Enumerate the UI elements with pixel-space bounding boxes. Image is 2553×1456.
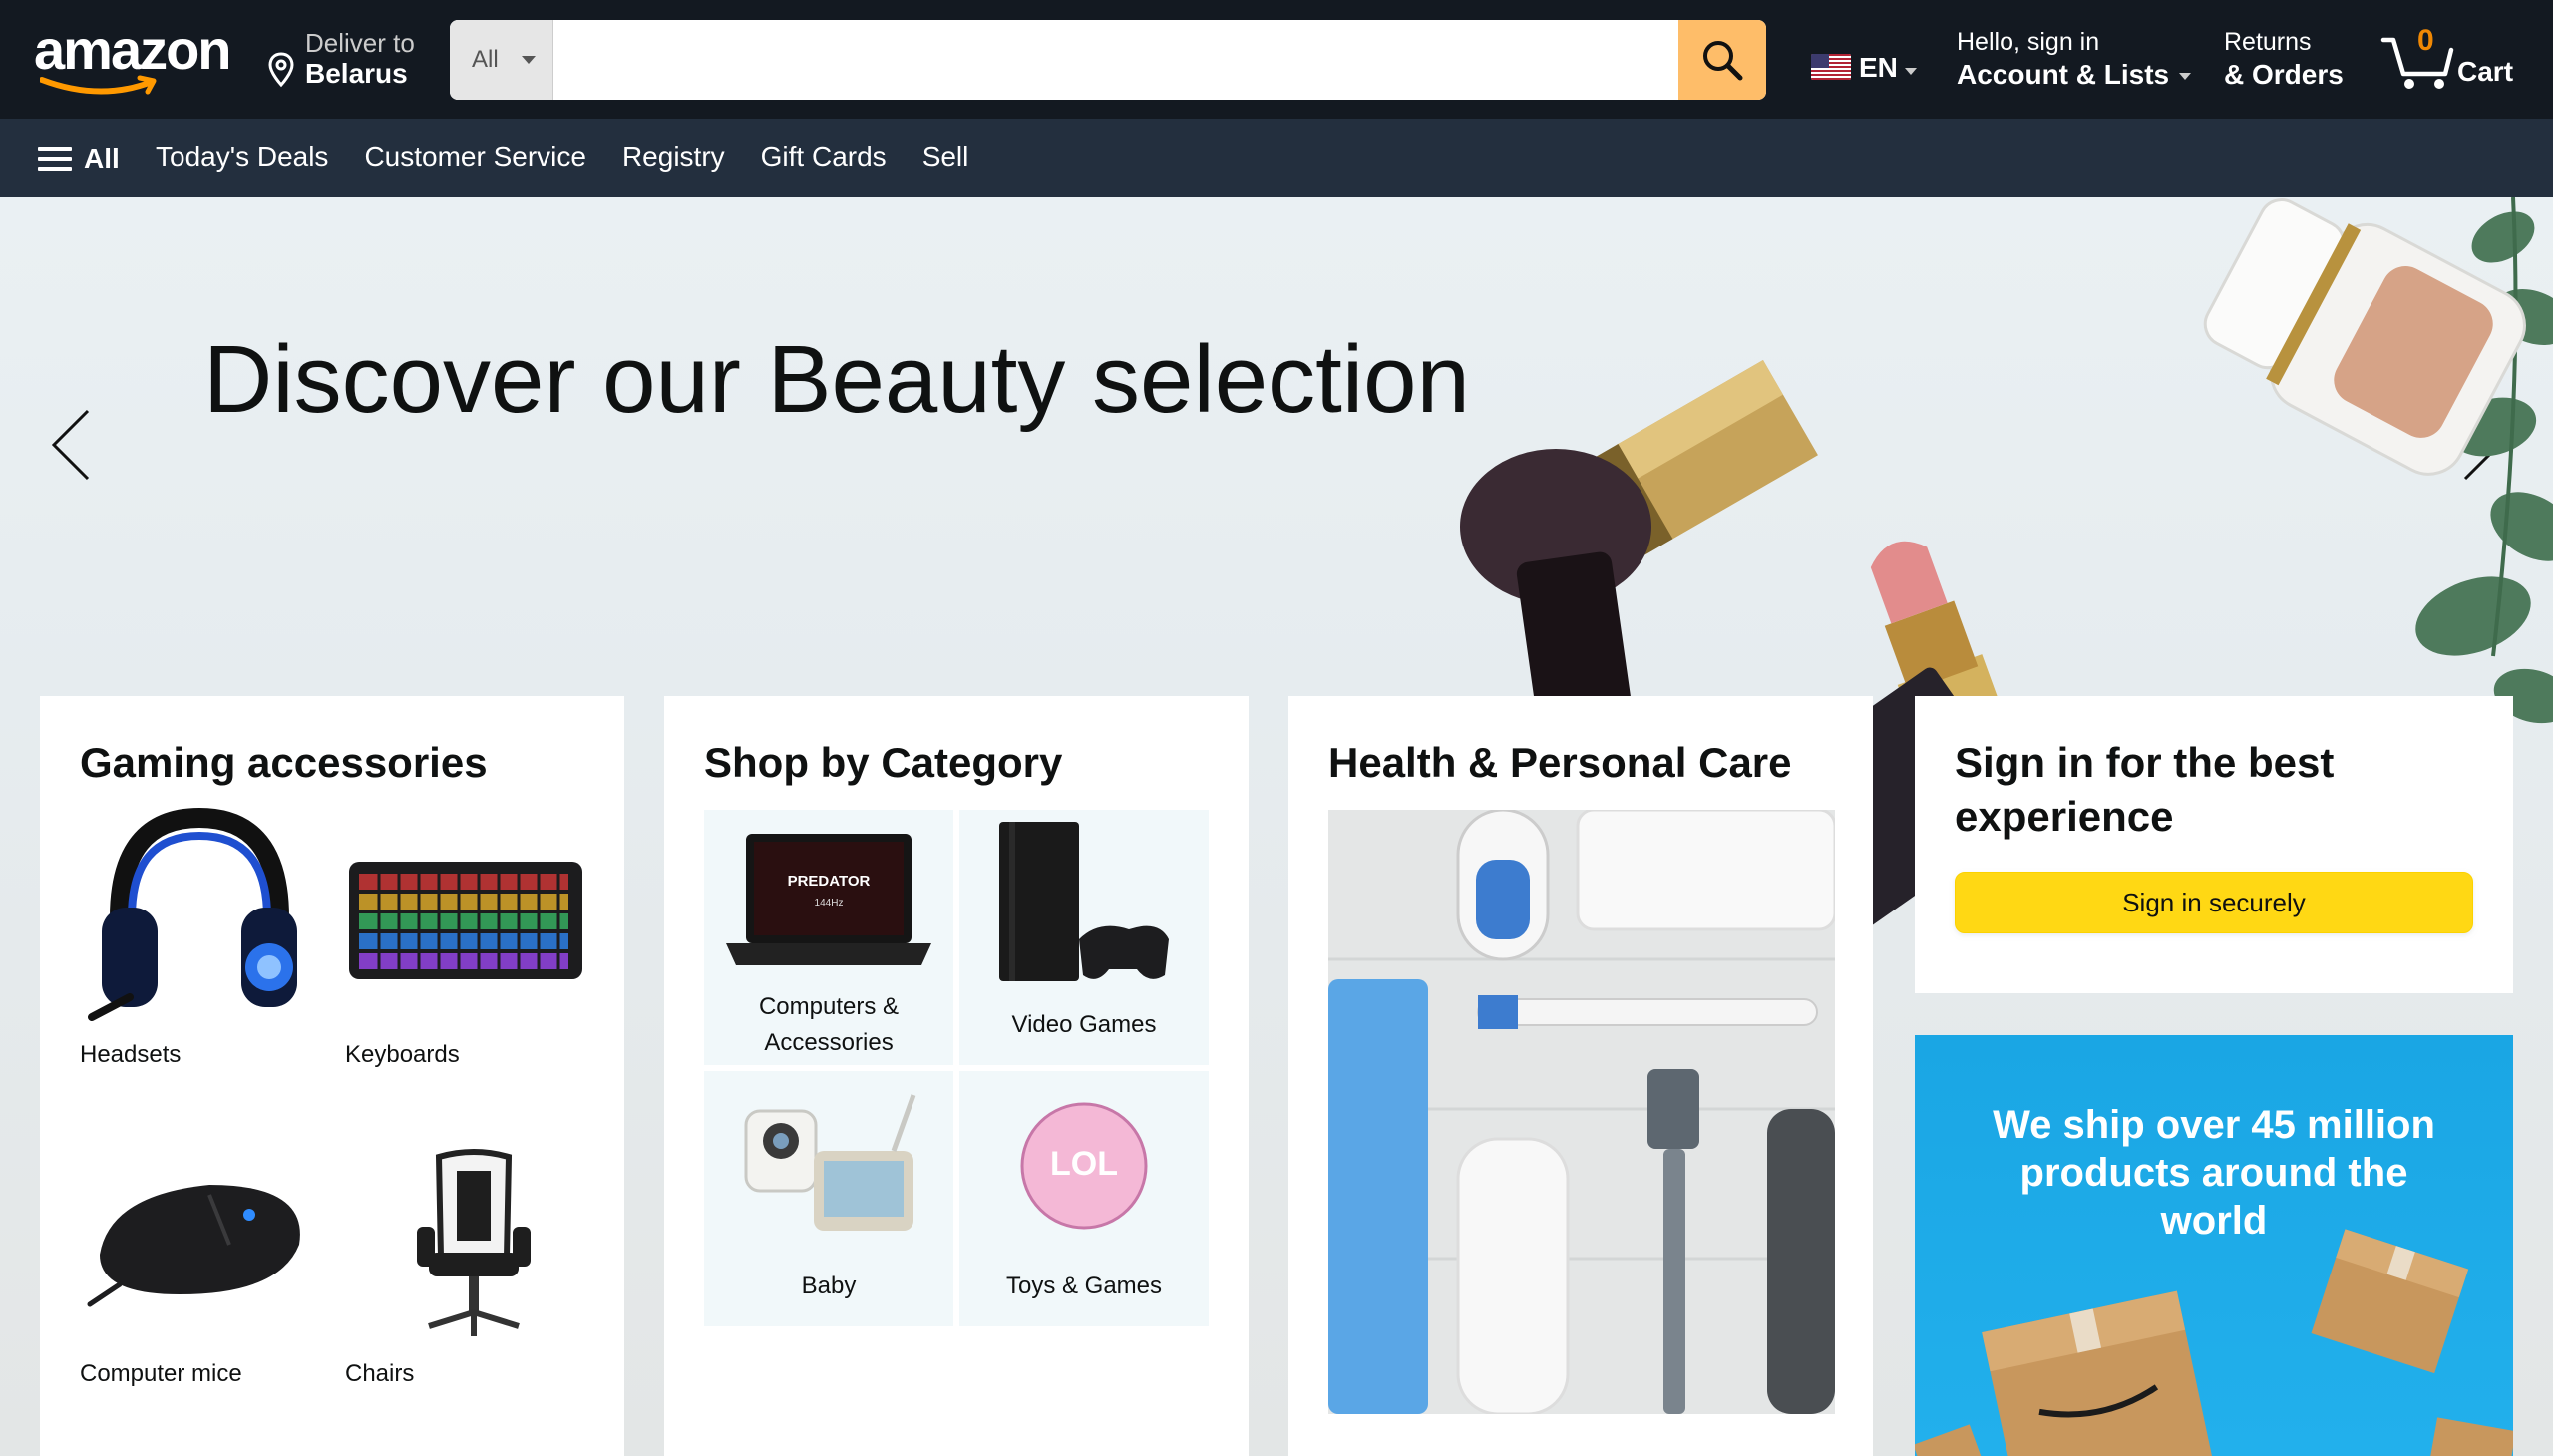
deliver-label: Deliver to — [305, 28, 415, 58]
smile-arrow-icon — [40, 75, 157, 95]
tile-label-computer-mice[interactable]: Computer mice — [80, 1360, 242, 1388]
location-pin-icon — [268, 52, 294, 88]
logo-text: amazon — [34, 18, 232, 81]
category-tile-baby[interactable]: Baby — [704, 1071, 953, 1326]
card-title: Gaming accessories — [80, 739, 488, 786]
sign-in-button[interactable]: Sign in securely — [1955, 872, 2473, 933]
category-label-baby: Baby — [801, 1273, 857, 1299]
account-lists[interactable]: Hello, sign in Account & Lists — [1957, 28, 2192, 91]
nav-link-sell[interactable]: Sell — [922, 141, 969, 173]
sub-nav: All Today's Deals Customer Service Regis… — [0, 119, 2553, 197]
headset-image[interactable] — [80, 808, 319, 1037]
hamburger-icon — [38, 145, 74, 173]
returns-orders[interactable]: Returns & Orders — [2224, 28, 2344, 91]
hero-title[interactable]: Discover our Beauty selection — [203, 325, 1470, 435]
mouse-image[interactable] — [80, 1165, 319, 1314]
account-greeting: Hello, sign in — [1957, 28, 2100, 56]
caret-down-icon — [2179, 73, 2192, 81]
ship-banner[interactable]: We ship over 45 million products around … — [1915, 1035, 2513, 1456]
all-menu-button[interactable]: All — [38, 141, 120, 177]
search-category-value: All — [472, 46, 499, 73]
console-image — [999, 822, 1169, 981]
returns-label: Returns — [2224, 28, 2312, 56]
svg-text:144Hz: 144Hz — [815, 898, 844, 909]
tile-label-keyboards[interactable]: Keyboards — [345, 1041, 460, 1069]
card-title: Sign in for the best experience — [1955, 739, 2335, 840]
nav-link-todays-deals[interactable]: Today's Deals — [156, 141, 328, 173]
all-menu-label: All — [84, 143, 120, 174]
deliver-location: Belarus — [305, 58, 408, 89]
category-tile-computers[interactable]: PREDATOR 144Hz Computers & Accessories — [704, 810, 953, 1065]
top-nav: amazon Deliver to Belarus All EN Hello, … — [0, 0, 2553, 119]
language-code: EN — [1859, 52, 1898, 83]
card-title: Health & Personal Care — [1328, 739, 1792, 786]
caret-down-icon — [1905, 68, 1917, 75]
toy-ball-image: LOL — [1020, 1102, 1148, 1230]
category-label-computers: Computers & Accessories — [758, 993, 900, 1056]
health-products-image[interactable] — [1328, 810, 1835, 1414]
card-health-personal-care: Health & Personal Care — [1288, 696, 1873, 1456]
card-sign-in: Sign in for the best experience Sign in … — [1915, 696, 2513, 993]
svg-text:LOL: LOL — [1050, 1145, 1118, 1183]
search-icon — [1703, 41, 1743, 81]
category-tile-video-games[interactable]: Video Games — [959, 810, 1209, 1065]
card-gaming-accessories: Gaming accessories Headsets Keyboards Co… — [40, 696, 624, 1456]
chevron-left-icon[interactable] — [42, 405, 102, 485]
caret-down-icon — [522, 56, 536, 64]
tile-label-headsets[interactable]: Headsets — [80, 1041, 181, 1069]
us-flag-icon — [1811, 54, 1851, 80]
category-label-video-games: Video Games — [1011, 1011, 1157, 1038]
card-shop-by-category: Shop by Category PREDATOR 144Hz Computer… — [664, 696, 1249, 1456]
orders-label: & Orders — [2224, 59, 2344, 90]
nav-link-registry[interactable]: Registry — [622, 141, 725, 173]
keyboard-image[interactable] — [345, 846, 586, 995]
amazon-logo[interactable]: amazon — [34, 22, 233, 102]
baby-monitor-image — [744, 1094, 916, 1231]
category-label-toys-games: Toys & Games — [1005, 1273, 1163, 1299]
nav-link-customer-service[interactable]: Customer Service — [364, 141, 586, 173]
search-bar: All — [450, 20, 1766, 100]
account-lists-label: Account & Lists — [1957, 59, 2170, 90]
nav-links: Today's Deals Customer Service Registry … — [156, 141, 1004, 173]
account-label: Account & Lists — [1957, 59, 2192, 91]
search-input[interactable] — [553, 20, 1629, 100]
gaming-chair-image[interactable] — [399, 1147, 548, 1346]
cart-button[interactable]: 0 Cart — [2379, 24, 2529, 94]
laptop-image: PREDATOR 144Hz — [726, 834, 931, 965]
cart-count: 0 — [2417, 24, 2434, 57]
tile-label-chairs[interactable]: Chairs — [345, 1360, 414, 1388]
search-button[interactable] — [1678, 20, 1766, 100]
shipping-boxes-image — [1915, 1229, 2513, 1456]
svg-text:PREDATOR: PREDATOR — [788, 873, 871, 890]
category-tile-toys-games[interactable]: LOL Toys & Games — [959, 1071, 1209, 1326]
search-category-select[interactable]: All — [450, 20, 553, 100]
cart-label: Cart — [2457, 56, 2514, 87]
nav-link-gift-cards[interactable]: Gift Cards — [761, 141, 887, 173]
card-title: Shop by Category — [704, 739, 1063, 786]
